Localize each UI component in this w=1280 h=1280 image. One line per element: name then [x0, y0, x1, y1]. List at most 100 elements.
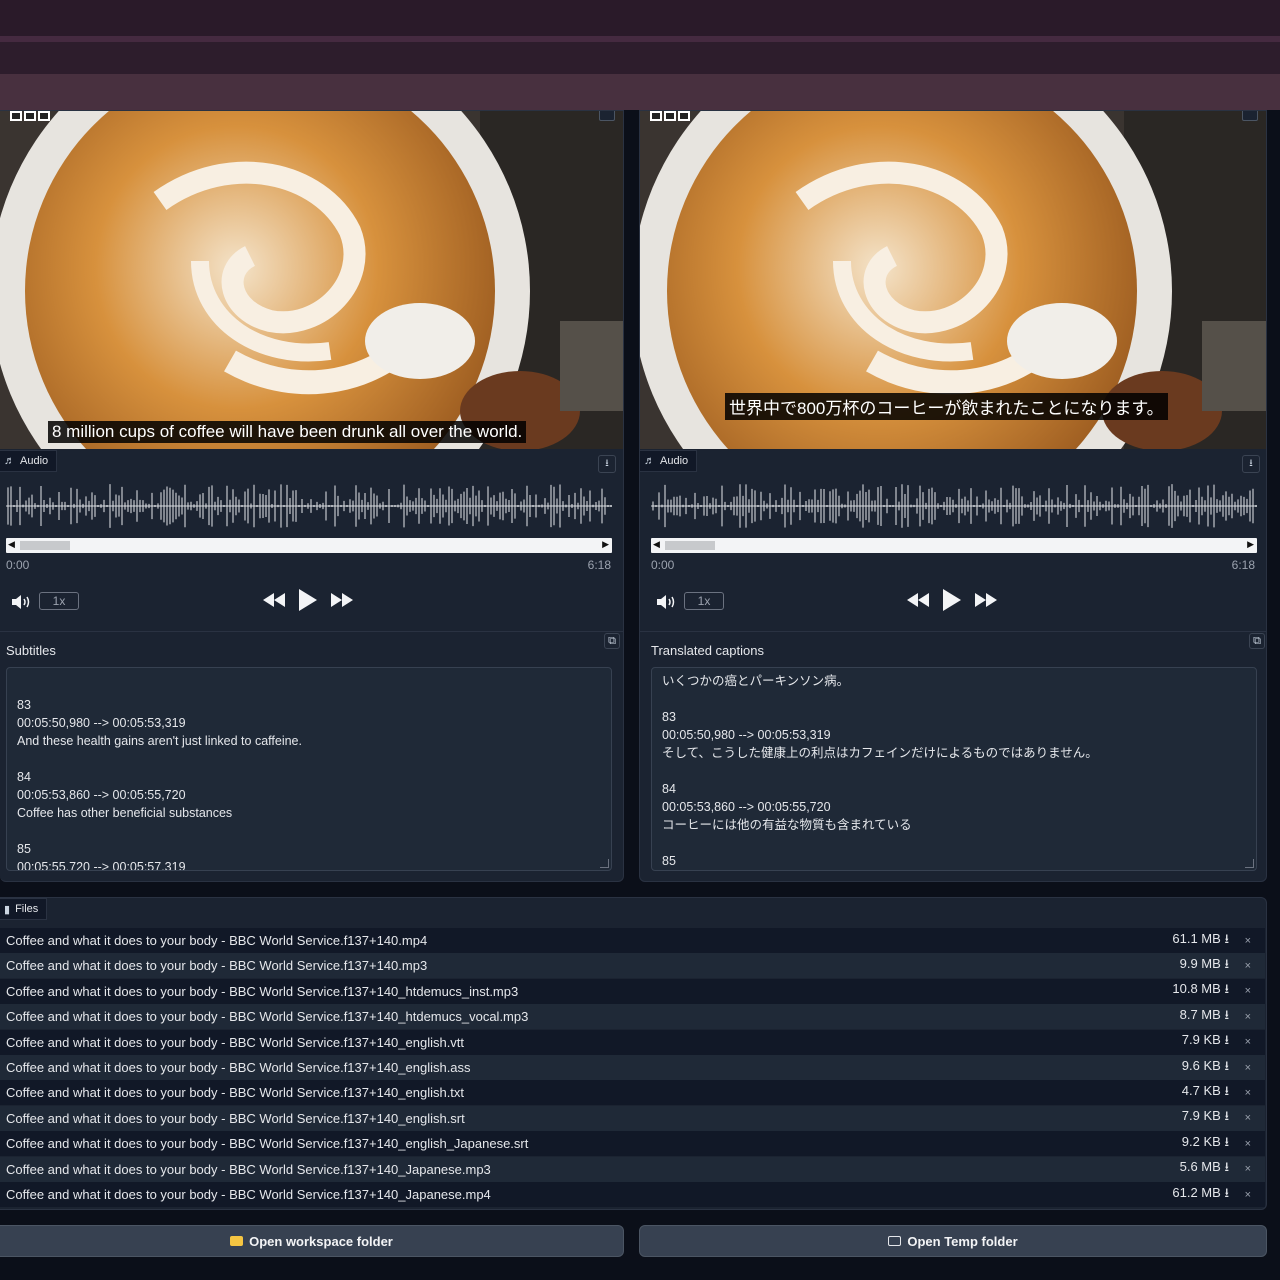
file-name[interactable]: Coffee and what it does to your body - B… — [6, 1035, 464, 1050]
file-name[interactable]: Coffee and what it does to your body - B… — [6, 933, 427, 948]
file-name[interactable]: Coffee and what it does to your body - B… — [6, 1085, 464, 1100]
audio-waveform[interactable] — [6, 481, 612, 531]
file-row[interactable]: Coffee and what it does to your body - B… — [0, 1029, 1265, 1055]
original-video-player[interactable]: 8 million cups of coffee will have been … — [0, 111, 623, 449]
fast-forward-icon[interactable] — [331, 593, 353, 607]
volume-icon[interactable] — [655, 593, 677, 611]
captions-icon[interactable] — [24, 111, 36, 121]
fast-forward-icon[interactable] — [975, 593, 997, 607]
file-row[interactable]: Coffee and what it does to your body - B… — [0, 1080, 1265, 1106]
files-panel: ▮ Files Coffee and what it does to your … — [0, 897, 1267, 1210]
volume-icon[interactable] — [10, 593, 32, 611]
open-temp-folder-button[interactable]: Open Temp folder — [639, 1225, 1267, 1257]
scroll-right-icon[interactable]: ▶ — [1247, 539, 1254, 550]
audio-controls: 1x — [0, 589, 623, 615]
subtitles-textarea[interactable]: 83 00:05:50,980 --> 00:05:53,319 And these… — [6, 667, 612, 871]
resize-grip-icon[interactable] — [1245, 859, 1254, 868]
download-icon[interactable]: ⭳ — [1224, 1134, 1229, 1149]
download-icon[interactable]: ⭳ — [1224, 1083, 1229, 1098]
text-line — [17, 822, 601, 840]
audio-download-button[interactable]: ⭳ — [1242, 455, 1260, 473]
remove-file-icon[interactable]: × — [1245, 1138, 1251, 1150]
text-line — [662, 834, 1246, 852]
play-icon[interactable] — [943, 589, 961, 611]
remove-file-icon[interactable]: × — [1245, 1036, 1251, 1048]
video-download-button[interactable] — [1242, 111, 1258, 121]
folder-icon — [230, 1236, 244, 1246]
scroll-left-icon[interactable]: ◀ — [653, 539, 660, 550]
file-row[interactable]: Coffee and what it does to your body - B… — [0, 928, 1265, 953]
rewind-icon[interactable] — [907, 593, 929, 607]
download-icon[interactable]: ⭳ — [1224, 956, 1229, 971]
file-row[interactable]: Coffee and what it does to your body - B… — [0, 1004, 1265, 1030]
download-icon[interactable]: ⭳ — [1224, 1032, 1229, 1047]
time-current: 0:00 — [6, 558, 30, 572]
scroll-right-icon[interactable]: ▶ — [602, 539, 609, 550]
file-name[interactable]: Coffee and what it does to your body - B… — [6, 1111, 465, 1126]
remove-file-icon[interactable]: × — [1245, 1189, 1251, 1201]
download-icon[interactable]: ⭳ — [1224, 1058, 1229, 1073]
remove-file-icon[interactable]: × — [1245, 1062, 1251, 1074]
translated-captions-textarea[interactable]: いくつかの癌とパーキンソン病。 83 00:05:50,980 --> 00:05:… — [651, 667, 1257, 871]
text-line: そして、こうした健康上の利点はカフェインだけによるものではありません。 — [662, 746, 1098, 760]
file-name[interactable]: Coffee and what it does to your body - B… — [6, 984, 518, 999]
remove-file-icon[interactable]: × — [1245, 1163, 1251, 1175]
download-icon[interactable]: ⭳ — [1224, 1007, 1229, 1022]
download-icon[interactable]: ⭳ — [1224, 1108, 1229, 1123]
file-name[interactable]: Coffee and what it does to your body - B… — [6, 958, 427, 973]
remove-file-icon[interactable]: × — [1245, 1087, 1251, 1099]
remove-file-icon[interactable]: × — [1245, 1112, 1251, 1124]
text-line: 83 — [662, 710, 676, 724]
captions-icon[interactable] — [664, 111, 676, 121]
remove-file-icon[interactable]: × — [1245, 1011, 1251, 1023]
fullscreen-icon[interactable] — [650, 111, 662, 121]
audio-waveform[interactable] — [651, 481, 1257, 531]
copy-icon[interactable]: ⧉ — [604, 633, 620, 649]
translated-video-player[interactable]: 世界中で800万杯のコーヒーが飲まれたことになります。 — [640, 111, 1266, 449]
download-icon[interactable]: ⭳ — [1224, 1185, 1229, 1200]
file-row[interactable]: Coffee and what it does to your body - B… — [0, 1156, 1265, 1182]
file-row[interactable]: Coffee and what it does to your body - B… — [0, 978, 1265, 1004]
share-icon[interactable] — [38, 111, 50, 121]
waveform-scrollbar[interactable]: ◀ ▶ — [6, 538, 612, 553]
download-icon[interactable]: ⭳ — [1224, 931, 1229, 946]
file-size-text: 9.6 KB — [1181, 1057, 1221, 1073]
file-name[interactable]: Coffee and what it does to your body - B… — [6, 1136, 528, 1151]
scroll-left-icon[interactable]: ◀ — [8, 539, 15, 550]
remove-file-icon[interactable]: × — [1245, 935, 1251, 947]
resize-grip-icon[interactable] — [600, 859, 609, 868]
section-divider — [640, 631, 1266, 632]
audio-download-button[interactable]: ⭳ — [598, 455, 616, 473]
open-workspace-folder-label: Open workspace folder — [249, 1233, 393, 1249]
file-row[interactable]: Coffee and what it does to your body - B… — [0, 1105, 1265, 1131]
file-row[interactable]: Coffee and what it does to your body - B… — [0, 953, 1265, 979]
remove-file-icon[interactable]: × — [1245, 985, 1251, 997]
text-line: 84 — [17, 770, 31, 784]
playback-speed-button[interactable]: 1x — [684, 592, 724, 610]
video-download-button[interactable] — [599, 111, 615, 121]
text-line: 85 — [662, 854, 676, 868]
fullscreen-icon[interactable] — [10, 111, 22, 121]
file-row[interactable]: Coffee and what it does to your body - B… — [0, 1055, 1265, 1080]
remove-file-icon[interactable]: × — [1245, 960, 1251, 972]
file-row[interactable]: Coffee and what it does to your body - B… — [0, 1131, 1265, 1157]
audio-label: ♬ Audio — [0, 450, 58, 472]
scrollbar-thumb[interactable] — [665, 541, 715, 550]
file-name[interactable]: Coffee and what it does to your body - B… — [6, 1162, 491, 1177]
file-row[interactable]: Coffee and what it does to your body - B… — [0, 1182, 1265, 1207]
file-name[interactable]: Coffee and what it does to your body - B… — [6, 1009, 528, 1024]
download-icon[interactable]: ⭳ — [1224, 1159, 1229, 1174]
open-workspace-folder-button[interactable]: Open workspace folder — [0, 1225, 624, 1257]
rewind-icon[interactable] — [263, 593, 285, 607]
original-panel: 8 million cups of coffee will have been … — [0, 110, 624, 882]
play-icon[interactable] — [299, 589, 317, 611]
file-name[interactable]: Coffee and what it does to your body - B… — [6, 1187, 491, 1202]
share-icon[interactable] — [678, 111, 690, 121]
scrollbar-thumb[interactable] — [20, 541, 70, 550]
playback-speed-button[interactable]: 1x — [39, 592, 79, 610]
copy-icon[interactable]: ⧉ — [1249, 633, 1265, 649]
text-line — [17, 750, 601, 768]
waveform-scrollbar[interactable]: ◀ ▶ — [651, 538, 1257, 553]
download-icon[interactable]: ⭳ — [1224, 981, 1229, 996]
file-name[interactable]: Coffee and what it does to your body - B… — [6, 1060, 471, 1075]
